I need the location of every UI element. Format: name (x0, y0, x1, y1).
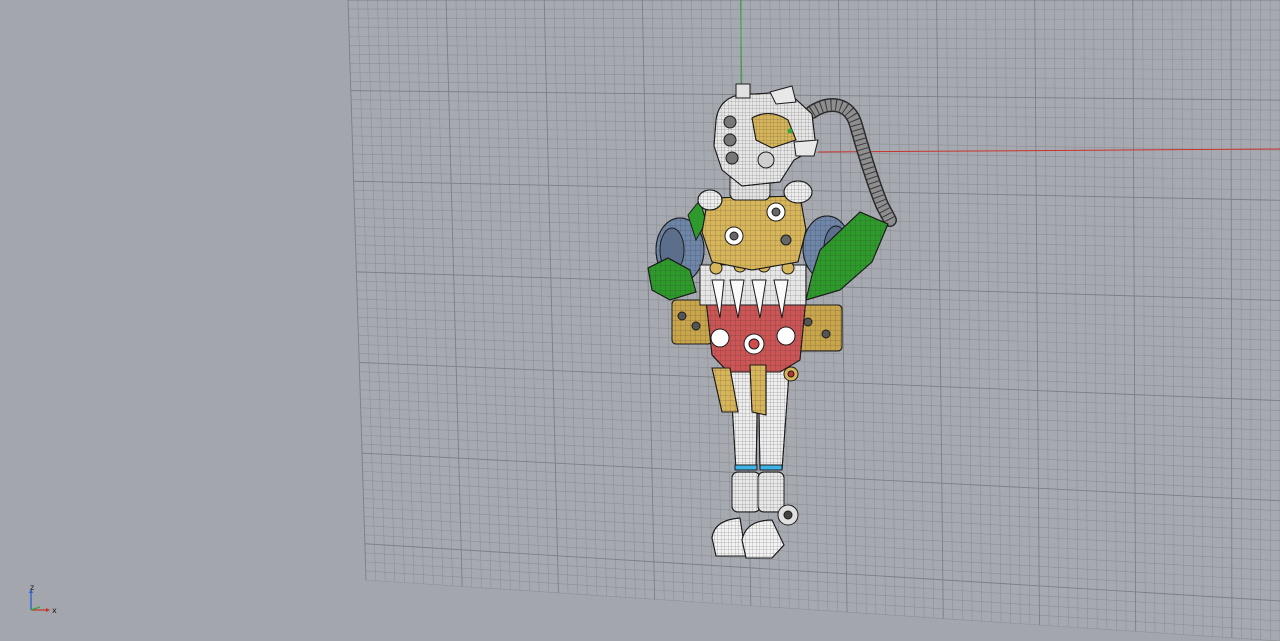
left-hand-mechanism (671, 299, 713, 345)
3d-viewport[interactable]: z x (0, 0, 1280, 641)
axis-indicator-arrows (29, 589, 50, 612)
z-axis-label: z (30, 583, 35, 592)
axis-indicator: z x (22, 578, 66, 622)
viewport-scene[interactable] (0, 0, 1280, 641)
pivot-marker (787, 128, 793, 134)
x-axis-label: x (52, 606, 57, 615)
